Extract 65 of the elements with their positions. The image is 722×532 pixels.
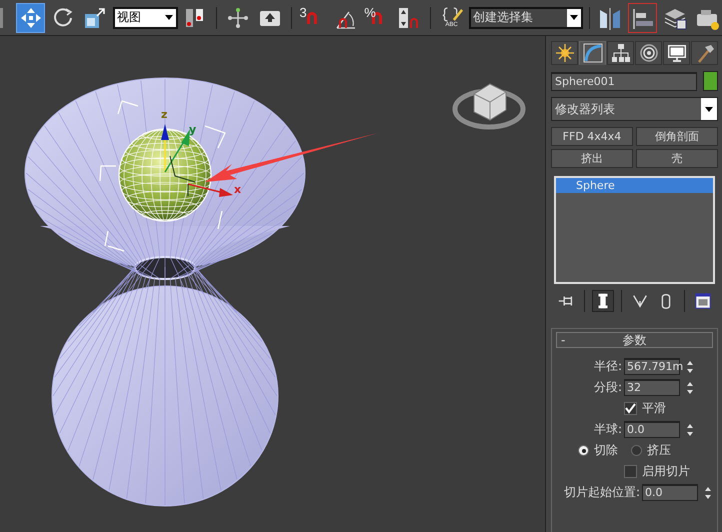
modifier-list-dropdown[interactable]: 修改器列表 — [551, 97, 718, 121]
spinner-arrows-icon[interactable] — [685, 422, 695, 437]
target-icon — [638, 43, 658, 63]
bar-button[interactable] — [592, 290, 614, 312]
move-icon — [18, 6, 43, 30]
spinner-arrows-icon[interactable] — [685, 380, 695, 395]
hierarchy-tab[interactable] — [607, 41, 634, 65]
modifier-button[interactable]: FFD 4x4x4 — [551, 127, 633, 146]
field-label: 分段: — [594, 379, 622, 396]
object-name-field[interactable]: Sphere001 — [551, 72, 697, 90]
checkbox[interactable] — [624, 402, 637, 415]
monitor-icon — [666, 43, 686, 63]
hourglass-mesh-drawing[interactable] — [24, 78, 306, 506]
selection-dropdown[interactable]: 视图 — [112, 6, 178, 28]
spinner-field[interactable]: 0.0 — [624, 421, 680, 438]
caret-icon — [164, 15, 173, 20]
radio-label: 挤压 — [647, 442, 671, 459]
scale-icon — [83, 6, 108, 30]
radio-button[interactable] — [578, 445, 589, 456]
align-button[interactable] — [628, 2, 658, 32]
configure-icon — [694, 292, 712, 310]
spinner-arrows-icon[interactable] — [703, 485, 713, 500]
selection-dropdown[interactable]: 创建选择集 — [469, 6, 583, 28]
sun-tab[interactable] — [551, 41, 578, 65]
sphere-mesh-drawing[interactable] — [118, 128, 212, 222]
spinner-field[interactable]: 0.0 — [642, 484, 698, 501]
magnet-icon — [306, 10, 318, 24]
modifier-button[interactable]: 壳 — [636, 149, 718, 168]
hammer-tab[interactable] — [691, 41, 718, 65]
viewcube-icon[interactable] — [452, 83, 526, 130]
monitor-tab[interactable] — [663, 41, 690, 65]
caret-icon — [705, 106, 713, 112]
checkbox-label: 平滑 — [642, 400, 666, 417]
hierarchy-icon — [610, 43, 630, 63]
mirror-icon — [598, 6, 622, 30]
modifier-stack-list[interactable]: Sphere — [554, 176, 715, 284]
modifier-button[interactable]: 挤出 — [551, 149, 633, 168]
spinner-field[interactable]: 32 — [624, 379, 680, 396]
curve-icon — [582, 43, 602, 63]
transform-gizmo-drawing[interactable] — [161, 124, 233, 197]
magnet-button[interactable]: 3 — [298, 2, 327, 32]
sun-icon — [554, 43, 574, 63]
magnet-button[interactable]: % — [362, 2, 392, 32]
caret-icon — [570, 15, 578, 20]
radio-label: 切除 — [594, 442, 618, 459]
radio-button[interactable] — [631, 445, 642, 456]
crosshair-icon — [226, 6, 250, 30]
stack-item[interactable]: Sphere — [556, 178, 713, 193]
axis-label: x — [234, 183, 242, 196]
curve-tab[interactable] — [579, 41, 606, 65]
axis-label: z — [161, 108, 168, 121]
move-button[interactable] — [16, 2, 46, 32]
object-color-swatch[interactable] — [703, 71, 718, 91]
field-label: 半径: — [594, 358, 622, 375]
spinner-field[interactable]: 567.791m — [624, 358, 680, 375]
target-tab[interactable] — [635, 41, 662, 65]
checkbox-label: 启用切片 — [642, 463, 690, 480]
field-label: 半球: — [594, 421, 622, 438]
rollout-header[interactable]: - 参数 — [556, 332, 713, 348]
braces-pencil-icon — [440, 6, 463, 22]
checkbox[interactable] — [624, 465, 637, 478]
modifier-button[interactable]: 倒角剖面 — [636, 127, 718, 146]
axis-label: y — [189, 123, 196, 136]
spinner-arrows-icon[interactable] — [685, 359, 695, 374]
field-label: 切片起始位置: — [564, 484, 640, 501]
